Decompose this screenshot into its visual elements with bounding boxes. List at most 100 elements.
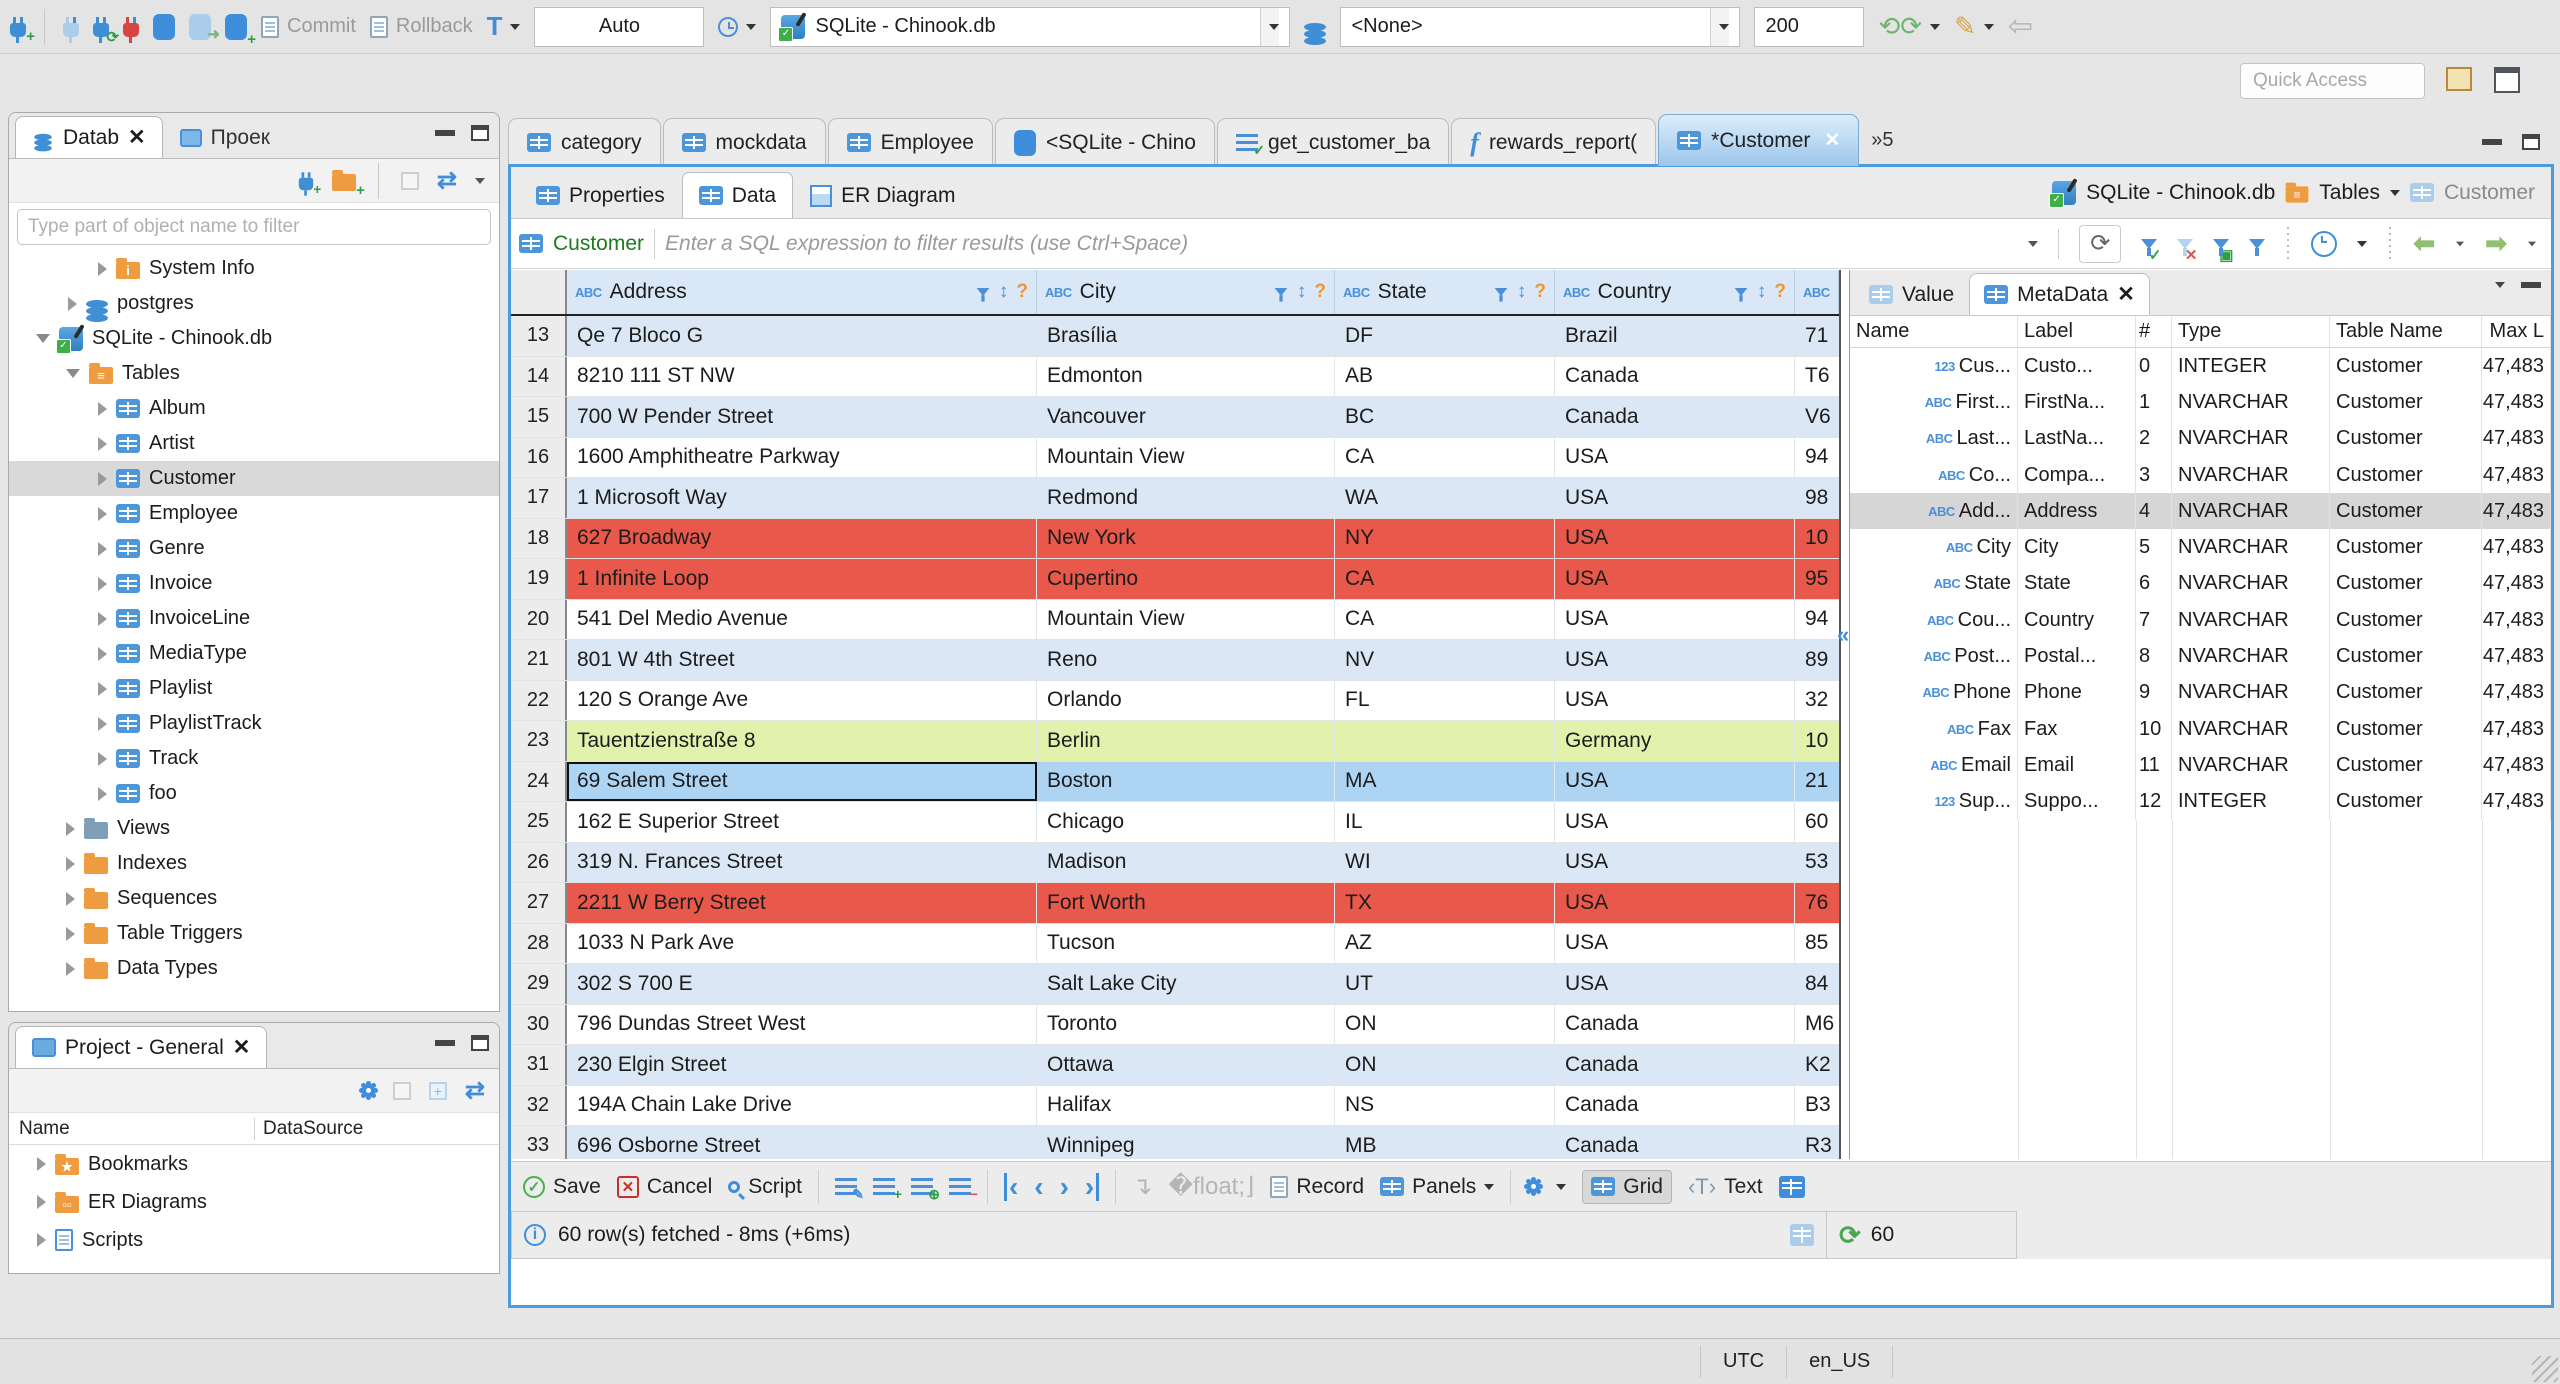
expander-closed-icon[interactable] [98, 401, 107, 416]
cell-extra[interactable]: 89 [1795, 640, 1839, 680]
row-number[interactable]: 16 [511, 437, 567, 477]
cell-country[interactable]: USA [1555, 680, 1795, 720]
cell-state[interactable]: AZ [1335, 923, 1555, 963]
cell-address[interactable]: 230 Elgin Street [567, 1045, 1037, 1085]
metadata-row-address[interactable]: ABCAdd...Address4NVARCHARCustomer2,147,4… [1850, 493, 2551, 530]
row-number[interactable]: 29 [511, 964, 567, 1004]
tree-item-foo[interactable]: foo [9, 776, 499, 811]
tree-item-track[interactable]: Track [9, 741, 499, 776]
metadata-row-phone[interactable]: ABCPhonePhone9NVARCHARCustomer2,147,483 [1850, 674, 2551, 711]
fetch-previous-icon[interactable]: ⬅ [2413, 228, 2435, 259]
row-number[interactable]: 32 [511, 1085, 567, 1125]
maximize-icon[interactable] [471, 125, 489, 141]
next-row-icon[interactable]: › [1060, 1172, 1069, 1201]
tree-item-customer[interactable]: Customer [9, 461, 499, 496]
row-number[interactable]: 24 [511, 761, 567, 801]
column-datasource[interactable]: DataSource [254, 1117, 363, 1140]
expander-closed-icon[interactable] [98, 576, 107, 591]
cell-extra[interactable]: 60 [1795, 802, 1839, 842]
cell-address[interactable]: Qe 7 Bloco G [567, 316, 1037, 356]
settings-gear-icon[interactable] [1527, 1180, 1541, 1193]
breadcrumb-table[interactable]: Customer [2444, 181, 2535, 205]
tab-er-diagram[interactable]: ER Diagram [793, 172, 972, 218]
auto-refresh-status[interactable]: ⟳ 60 [1827, 1211, 2017, 1259]
cell-country[interactable]: USA [1555, 518, 1795, 558]
sql-editor-icon[interactable] [153, 13, 175, 40]
tree-item-playlist[interactable]: Playlist [9, 671, 499, 706]
expander-closed-icon[interactable] [37, 1233, 46, 1247]
first-row-icon[interactable]: ‹ [1003, 1172, 1018, 1201]
expander-closed-icon[interactable] [98, 786, 107, 801]
cell-city[interactable]: Winnipeg [1037, 1126, 1335, 1159]
cell-city[interactable]: New York [1037, 518, 1335, 558]
cell-extra[interactable]: M6 [1795, 1004, 1839, 1044]
cell-state[interactable] [1335, 721, 1555, 761]
tab-projects[interactable]: Проек [163, 116, 287, 158]
cell-country[interactable]: Canada [1555, 1085, 1795, 1125]
expander-closed-icon[interactable] [37, 1157, 46, 1171]
cell-extra[interactable]: 84 [1795, 964, 1839, 1004]
expander-closed-icon[interactable] [98, 716, 107, 731]
cell-extra[interactable]: 98 [1795, 478, 1839, 518]
cell-state[interactable]: BC [1335, 397, 1555, 437]
cell-country[interactable]: USA [1555, 802, 1795, 842]
cell-country[interactable]: USA [1555, 437, 1795, 477]
cell-address[interactable]: 8210 111 ST NW [567, 356, 1037, 396]
cell-country[interactable]: USA [1555, 478, 1795, 518]
cell-country[interactable]: USA [1555, 964, 1795, 1004]
cell-city[interactable]: Redmond [1037, 478, 1335, 518]
cancel-button[interactable]: ✕ Cancel [616, 1175, 712, 1199]
expander-closed-icon[interactable] [98, 611, 107, 626]
cell-state[interactable]: NV [1335, 640, 1555, 680]
last-row-icon[interactable]: › [1085, 1172, 1100, 1201]
row-number[interactable]: 33 [511, 1126, 567, 1159]
cell-state[interactable]: IL [1335, 802, 1555, 842]
grid-view-button[interactable]: Grid [1582, 1169, 1672, 1204]
cell-city[interactable]: Berlin [1037, 721, 1335, 761]
tab-value[interactable]: Value [1854, 273, 1969, 315]
link-editor-icon[interactable]: ⇄ [437, 166, 457, 195]
cell-country[interactable]: USA [1555, 842, 1795, 882]
expander-closed-icon[interactable] [37, 1195, 46, 1209]
link-editor-icon[interactable]: ⇄ [465, 1076, 485, 1105]
tree-item-indexes[interactable]: Indexes [9, 846, 499, 881]
open-perspective-icon[interactable] [2494, 67, 2520, 93]
cell-country[interactable]: Canada [1555, 397, 1795, 437]
cell-city[interactable]: Chicago [1037, 802, 1335, 842]
tree-item-sequences[interactable]: Sequences [9, 881, 499, 916]
row-number[interactable]: 17 [511, 478, 567, 518]
tree-item-system-info[interactable]: i System Info [9, 251, 499, 286]
script-button[interactable]: Script [728, 1175, 802, 1199]
cell-city[interactable]: Salt Lake City [1037, 964, 1335, 1004]
tab-metadata[interactable]: MetaData ✕ [1969, 273, 2150, 315]
project-item-bookmarks[interactable]: ★ Bookmarks [9, 1145, 499, 1183]
cell-address[interactable]: 2211 W Berry Street [567, 883, 1037, 923]
minimize-icon[interactable] [435, 1040, 455, 1046]
metadata-row-email[interactable]: ABCEmailEmail11NVARCHARCustomer2,147,483 [1850, 747, 2551, 784]
view-menu-icon[interactable] [475, 177, 485, 184]
cell-city[interactable]: Edmonton [1037, 356, 1335, 396]
editor-tab-rewards-report[interactable]: f rewards_report( [1451, 118, 1657, 166]
column-header-state[interactable]: ABC State ↕? [1335, 270, 1555, 314]
expander-closed-icon[interactable] [66, 856, 75, 871]
new-connection-icon[interactable]: + [10, 16, 35, 44]
panels-button[interactable]: Panels [1380, 1175, 1495, 1199]
view-menu-icon[interactable] [2495, 282, 2505, 288]
duplicate-row-icon[interactable]: ⊕ [910, 1178, 940, 1201]
reconnect-icon[interactable]: ⟳ [93, 16, 119, 45]
sort-icon[interactable]: ↕ [1517, 281, 1527, 303]
metadata-row-suppo[interactable]: 123Sup...Suppo...12INTEGERCustomer2,147,… [1850, 783, 2551, 820]
cell-state[interactable]: ON [1335, 1004, 1555, 1044]
expander-closed-icon[interactable] [98, 436, 107, 451]
cell-extra[interactable]: K2 [1795, 1045, 1839, 1085]
cell-extra[interactable]: T6 [1795, 356, 1839, 396]
minimize-icon[interactable] [435, 130, 455, 136]
schema-combo-arrow[interactable] [1710, 7, 1730, 46]
connection-combo[interactable]: SQLite - Chinook.db [770, 6, 1291, 47]
editor-tab-employee[interactable]: Employee [827, 118, 993, 166]
cell-country[interactable]: USA [1555, 923, 1795, 963]
cell-extra[interactable]: 94 [1795, 599, 1839, 639]
metadata-row-state[interactable]: ABCStateState6NVARCHARCustomer2,147,483 [1850, 565, 2551, 603]
cell-country[interactable]: Canada [1555, 356, 1795, 396]
column-header-country[interactable]: ABC Country ↕? [1555, 270, 1795, 314]
